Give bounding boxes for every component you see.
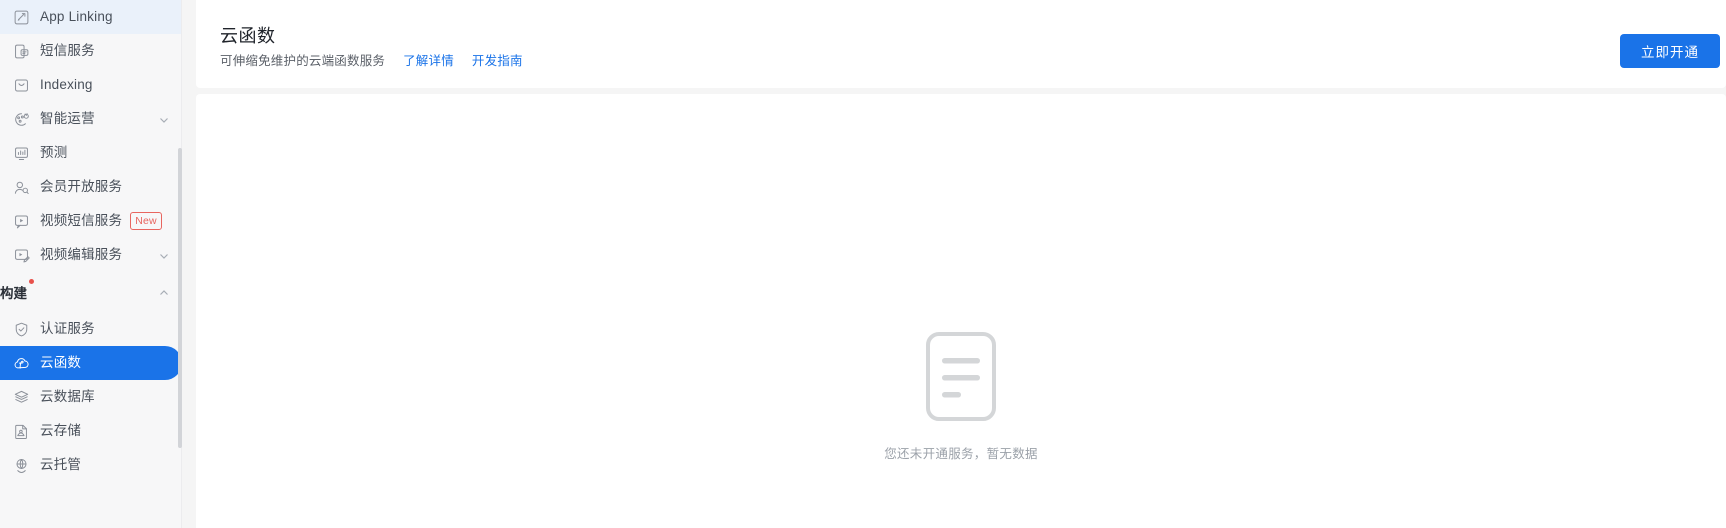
chevron-down-icon[interactable] (158, 250, 168, 260)
shield-check-icon (12, 320, 30, 338)
chevron-up-icon (158, 287, 168, 297)
cloud-function-icon (12, 354, 30, 372)
new-badge: New (130, 211, 162, 231)
smart-ops-icon (12, 110, 30, 128)
activate-service-button[interactable]: 立即开通 (1620, 34, 1720, 68)
sidebar-item-1[interactable]: 云函数 (0, 346, 182, 380)
sidebar-group-label: 构建 (0, 286, 27, 301)
page-header-card: 云函数 可伸缩免维护的云端函数服务 了解详情 开发指南 立即开通 (196, 0, 1726, 88)
video-sms-icon (12, 212, 30, 230)
cloud-hosting-icon (12, 456, 30, 474)
sidebar-group-build[interactable]: 构建 (0, 272, 182, 312)
main-content: 云函数 可伸缩免维护的云端函数服务 了解详情 开发指南 立即开通 您还未开通服务… (182, 0, 1726, 528)
empty-document-icon (926, 332, 996, 421)
sidebar-item-label: 智能运营 (40, 111, 95, 127)
sidebar-nav-list: App Linking 短信服务 Indexing 智能运营 预测 会员开放服务 视频短信服… (0, 0, 182, 272)
sidebar-item-label: 云托管 (40, 457, 82, 473)
content-card: 您还未开通服务，暂无数据 (196, 94, 1726, 528)
sms-icon (12, 42, 30, 60)
sidebar-item-0[interactable]: App Linking (0, 0, 182, 34)
chevron-down-icon[interactable] (158, 114, 168, 124)
sidebar-item-label: 会员开放服务 (40, 179, 123, 195)
sidebar-group-items: 认证服务云函数云数据库云存储云托管 (0, 312, 182, 482)
sidebar-item-3[interactable]: 云存储 (0, 414, 182, 448)
video-edit-icon (12, 246, 30, 264)
sidebar: App Linking 短信服务 Indexing 智能运营 预测 会员开放服务 视频短信服… (0, 0, 182, 528)
sidebar-item-2[interactable]: 云数据库 (0, 380, 182, 414)
sidebar-item-label: 预测 (40, 145, 68, 161)
sidebar-item-7[interactable]: 视频编辑服务 (0, 238, 182, 272)
sidebar-item-label: 云数据库 (40, 389, 95, 405)
notification-dot-icon (29, 279, 34, 284)
indexing-icon (12, 76, 30, 94)
cloud-storage-icon (12, 422, 30, 440)
sidebar-item-6[interactable]: 视频短信服务 New (0, 204, 182, 238)
sidebar-item-label: 云函数 (40, 355, 82, 371)
sidebar-item-0[interactable]: 认证服务 (0, 312, 182, 346)
sidebar-item-label: 云存储 (40, 423, 82, 439)
sidebar-item-3[interactable]: 智能运营 (0, 102, 182, 136)
sidebar-item-label: App Linking (40, 9, 113, 25)
app-linking-icon (12, 8, 30, 26)
database-layers-icon (12, 388, 30, 406)
page-subheader: 可伸缩免维护的云端函数服务 了解详情 开发指南 (220, 55, 523, 68)
sidebar-item-label: 视频短信服务 (40, 213, 123, 229)
prediction-icon (12, 144, 30, 162)
sidebar-item-1[interactable]: 短信服务 (0, 34, 182, 68)
sidebar-item-4[interactable]: 云托管 (0, 448, 182, 482)
sidebar-item-label: 认证服务 (40, 321, 95, 337)
empty-state: 您还未开通服务，暂无数据 (196, 332, 1726, 462)
sidebar-item-label: 短信服务 (40, 43, 95, 59)
sidebar-item-label: 视频编辑服务 (40, 247, 123, 263)
sidebar-item-5[interactable]: 会员开放服务 (0, 170, 182, 204)
sidebar-item-label: Indexing (40, 77, 93, 93)
sidebar-item-2[interactable]: Indexing (0, 68, 182, 102)
learn-more-link[interactable]: 了解详情 (403, 55, 454, 68)
app-root: App Linking 短信服务 Indexing 智能运营 预测 会员开放服务 视频短信服… (0, 0, 1726, 528)
sidebar-item-4[interactable]: 预测 (0, 136, 182, 170)
empty-state-message: 您还未开通服务，暂无数据 (884, 447, 1038, 461)
page-title: 云函数 (220, 26, 276, 46)
member-icon (12, 178, 30, 196)
page-subtitle: 可伸缩免维护的云端函数服务 (220, 54, 386, 68)
dev-guide-link[interactable]: 开发指南 (472, 55, 523, 68)
